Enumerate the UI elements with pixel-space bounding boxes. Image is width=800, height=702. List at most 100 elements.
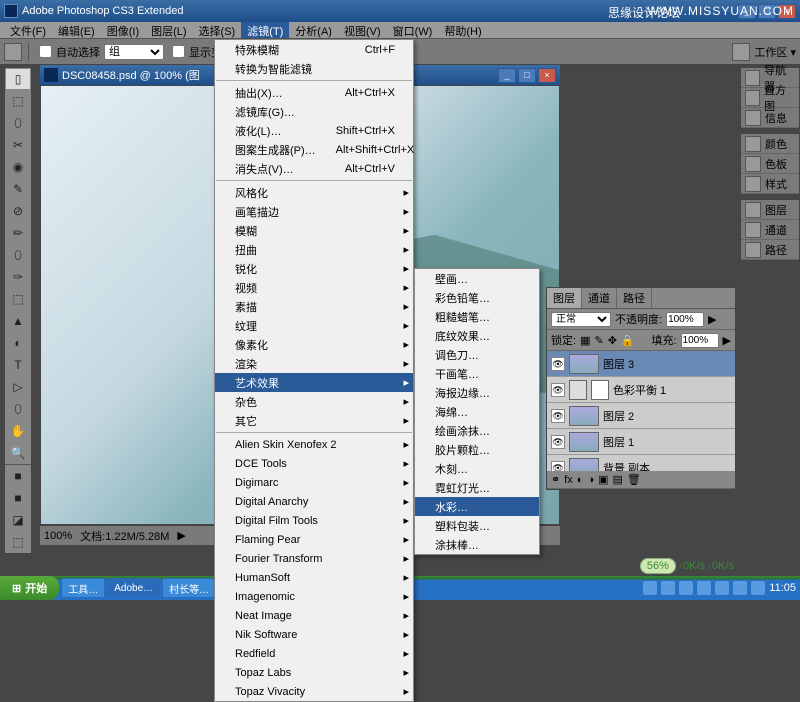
- visibility-icon[interactable]: 👁: [551, 435, 565, 449]
- filter-item[interactable]: 转换为智能滤镜: [215, 59, 413, 78]
- opacity-input[interactable]: [666, 312, 704, 327]
- show-transform-checkbox[interactable]: [172, 45, 185, 58]
- screen-mode-icon[interactable]: [732, 43, 750, 61]
- tray-icon[interactable]: [751, 581, 765, 595]
- filter-item[interactable]: Fourier Transform▸: [215, 549, 413, 568]
- filter-item[interactable]: 画笔描边▸: [215, 202, 413, 221]
- filter-item[interactable]: 风格化▸: [215, 183, 413, 202]
- layer-row[interactable]: 👁背景 副本: [547, 455, 735, 471]
- tool-14[interactable]: ▷: [5, 376, 31, 398]
- tool-8[interactable]: ⬯: [5, 244, 31, 266]
- menu-9[interactable]: 帮助(H): [438, 22, 487, 38]
- filter-item[interactable]: DCE Tools▸: [215, 454, 413, 473]
- lock-all-icon[interactable]: 🔒: [621, 334, 635, 347]
- filter-item[interactable]: 视频▸: [215, 278, 413, 297]
- lock-trans-icon[interactable]: ▦: [580, 334, 590, 347]
- filter-item[interactable]: 消失点(V)…Alt+Ctrl+V: [215, 159, 413, 178]
- adjustment-icon[interactable]: ◑: [587, 474, 594, 486]
- panel-tab-styles[interactable]: 样式: [741, 174, 799, 194]
- filter-item[interactable]: 素描▸: [215, 297, 413, 316]
- menu-2[interactable]: 图像(I): [101, 22, 145, 38]
- filter-item[interactable]: 杂色▸: [215, 392, 413, 411]
- artistic-item[interactable]: 干画笔…: [415, 364, 539, 383]
- tool-10[interactable]: ⬚: [5, 288, 31, 310]
- filter-item[interactable]: Flaming Pear▸: [215, 530, 413, 549]
- panel-tab-histogram[interactable]: 直方图: [741, 88, 799, 108]
- filter-item[interactable]: 纹理▸: [215, 316, 413, 335]
- tool-9[interactable]: ✑: [5, 266, 31, 288]
- artistic-item[interactable]: 霓虹灯光…: [415, 478, 539, 497]
- tool-3[interactable]: ✂: [5, 134, 31, 156]
- menu-0[interactable]: 文件(F): [4, 22, 52, 38]
- fill-input[interactable]: [681, 333, 719, 348]
- panel-tab-paths[interactable]: 路径: [741, 240, 799, 260]
- workspace-label[interactable]: 工作区 ▾: [754, 44, 796, 60]
- lock-move-icon[interactable]: ✥: [608, 334, 617, 347]
- panel-tab-swatches[interactable]: 色板: [741, 154, 799, 174]
- filter-item[interactable]: Redfield▸: [215, 644, 413, 663]
- panel-tab-channels[interactable]: 通道: [741, 220, 799, 240]
- filter-item[interactable]: 液化(L)…Shift+Ctrl+X: [215, 121, 413, 140]
- visibility-icon[interactable]: 👁: [551, 357, 565, 371]
- tool-15[interactable]: ⬯: [5, 398, 31, 420]
- tray-icon[interactable]: [733, 581, 747, 595]
- color-control[interactable]: ■: [5, 465, 31, 487]
- filter-item[interactable]: Neat Image▸: [215, 606, 413, 625]
- filter-item[interactable]: Nik Software▸: [215, 625, 413, 644]
- menu-5[interactable]: 滤镜(T): [241, 22, 289, 38]
- move-tool-icon[interactable]: [4, 43, 22, 61]
- artistic-item[interactable]: 木刻…: [415, 459, 539, 478]
- artistic-item[interactable]: 胶片颗粒…: [415, 440, 539, 459]
- filter-item[interactable]: 抽出(X)…Alt+Ctrl+X: [215, 83, 413, 102]
- artistic-item[interactable]: 涂抹棒…: [415, 535, 539, 554]
- layer-row[interactable]: 👁色彩平衡 1: [547, 377, 735, 403]
- menu-1[interactable]: 编辑(E): [52, 22, 101, 38]
- tray-icon[interactable]: [715, 581, 729, 595]
- tab-channels[interactable]: 通道: [582, 288, 617, 308]
- tool-11[interactable]: ▲: [5, 310, 31, 332]
- tab-paths[interactable]: 路径: [617, 288, 652, 308]
- tool-7[interactable]: ✏: [5, 222, 31, 244]
- filter-item[interactable]: Digital Film Tools▸: [215, 511, 413, 530]
- panel-tab-color[interactable]: 颜色: [741, 134, 799, 154]
- menu-4[interactable]: 选择(S): [193, 22, 242, 38]
- panel-tab-layers[interactable]: 图层: [741, 200, 799, 220]
- tray-icon[interactable]: [661, 581, 675, 595]
- artistic-item[interactable]: 底纹效果…: [415, 326, 539, 345]
- clock[interactable]: 11:05: [769, 582, 796, 594]
- auto-select-type[interactable]: 组: [104, 44, 164, 60]
- filter-item[interactable]: 特殊模糊Ctrl+F: [215, 40, 413, 59]
- blend-mode-select[interactable]: 正常: [551, 312, 611, 327]
- color-control[interactable]: ◪: [5, 509, 31, 531]
- tool-16[interactable]: ✋: [5, 420, 31, 442]
- tool-5[interactable]: ✎: [5, 178, 31, 200]
- filter-item[interactable]: Digital Anarchy▸: [215, 492, 413, 511]
- artistic-item[interactable]: 绘画涂抹…: [415, 421, 539, 440]
- zoom-level[interactable]: 100%: [44, 530, 72, 542]
- tab-layers[interactable]: 图层: [547, 288, 582, 308]
- filter-item[interactable]: 渲染▸: [215, 354, 413, 373]
- doc-minimize[interactable]: _: [498, 68, 516, 83]
- tool-2[interactable]: ⬯: [5, 112, 31, 134]
- filter-item[interactable]: 模糊▸: [215, 221, 413, 240]
- tray-icon[interactable]: [697, 581, 711, 595]
- filter-item[interactable]: Alien Skin Xenofex 2▸: [215, 435, 413, 454]
- group-icon[interactable]: ▣: [598, 473, 608, 486]
- filter-item[interactable]: 滤镜库(G)…: [215, 102, 413, 121]
- filter-item[interactable]: 像素化▸: [215, 335, 413, 354]
- artistic-item[interactable]: 壁画…: [415, 269, 539, 288]
- artistic-item[interactable]: 粗糙蜡笔…: [415, 307, 539, 326]
- layer-row[interactable]: 👁图层 3: [547, 351, 735, 377]
- taskbar-item[interactable]: Adobe…: [107, 578, 160, 598]
- tool-13[interactable]: T: [5, 354, 31, 376]
- start-button[interactable]: ⊞ 开始: [0, 576, 59, 600]
- filter-item[interactable]: Topaz Vivacity▸: [215, 682, 413, 701]
- taskbar-item[interactable]: 工具…: [61, 578, 105, 598]
- filter-item[interactable]: 图案生成器(P)…Alt+Shift+Ctrl+X: [215, 140, 413, 159]
- artistic-item[interactable]: 彩色铅笔…: [415, 288, 539, 307]
- menu-3[interactable]: 图层(L): [145, 22, 192, 38]
- filter-item[interactable]: Topaz Labs▸: [215, 663, 413, 682]
- visibility-icon[interactable]: 👁: [551, 409, 565, 423]
- menu-7[interactable]: 视图(V): [338, 22, 387, 38]
- filter-item[interactable]: 锐化▸: [215, 259, 413, 278]
